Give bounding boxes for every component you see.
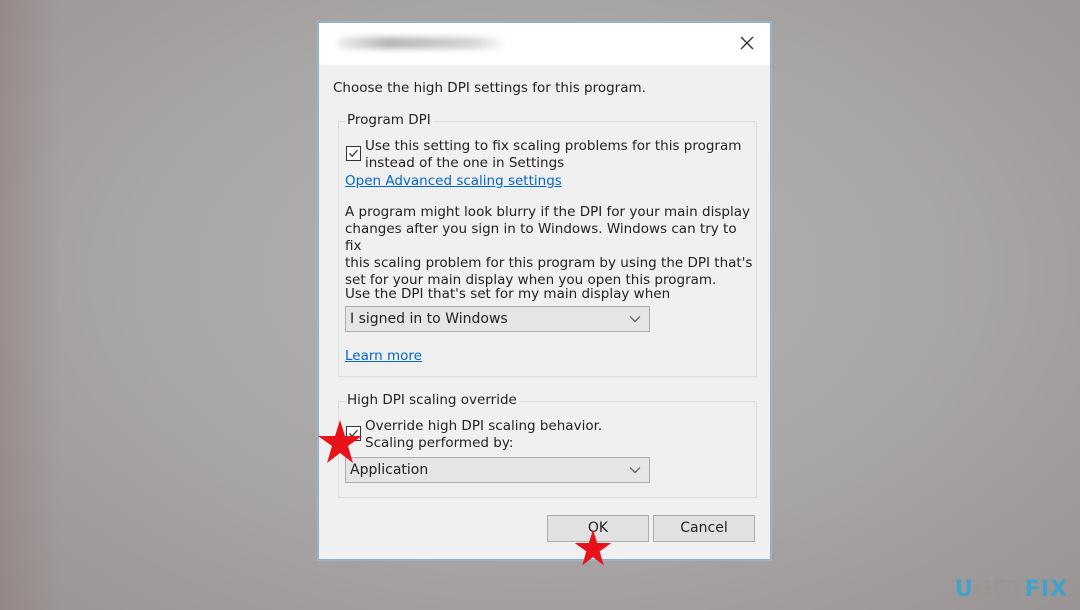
watermark-fix: FIX bbox=[1024, 577, 1068, 602]
dpi-description: A program might look blurry if the DPI f… bbox=[345, 204, 756, 289]
chevron-down-icon bbox=[629, 316, 641, 323]
dpi-timing-select[interactable]: I signed in to Windows bbox=[345, 306, 650, 332]
blurred-window-title bbox=[337, 37, 507, 49]
watermark-get: GET bbox=[973, 577, 1025, 602]
override-legend: High DPI scaling override bbox=[345, 392, 519, 408]
program-dpi-legend: Program DPI bbox=[345, 112, 433, 128]
red-star-annotation-icon bbox=[574, 529, 612, 566]
cancel-button[interactable]: Cancel bbox=[653, 515, 755, 542]
fix-scaling-label-line2: instead of the one in Settings bbox=[365, 155, 565, 171]
scaling-performed-by-select[interactable]: Application bbox=[345, 457, 650, 483]
dpi-timing-select-value: I signed in to Windows bbox=[350, 311, 508, 327]
ugetfix-watermark: UGETFIX bbox=[955, 577, 1068, 602]
description-line: this scaling problem for this program by… bbox=[345, 255, 753, 271]
close-x-icon bbox=[740, 36, 754, 50]
fix-scaling-checkbox[interactable] bbox=[346, 146, 361, 161]
chevron-down-icon bbox=[629, 467, 641, 474]
dpi-select-label: Use the DPI that's set for my main displ… bbox=[345, 286, 671, 302]
learn-more-link[interactable]: Learn more bbox=[345, 348, 422, 364]
title-bar bbox=[319, 23, 770, 65]
high-dpi-override-group: High DPI scaling override Override high … bbox=[338, 392, 757, 498]
program-dpi-group: Program DPI Use this setting to fix scal… bbox=[338, 112, 757, 377]
override-label-line2: Scaling performed by: bbox=[365, 435, 514, 451]
background-tint bbox=[0, 0, 60, 610]
intro-text: Choose the high DPI settings for this pr… bbox=[333, 80, 646, 96]
open-advanced-scaling-link[interactable]: Open Advanced scaling settings bbox=[345, 173, 562, 189]
description-line: changes after you sign in to Windows. Wi… bbox=[345, 221, 737, 254]
override-scaling-label: Override high DPI scaling behavior. Scal… bbox=[365, 418, 602, 452]
high-dpi-settings-dialog: Choose the high DPI settings for this pr… bbox=[318, 22, 771, 560]
description-line: A program might look blurry if the DPI f… bbox=[345, 204, 750, 220]
fix-scaling-label-line1: Use this setting to fix scaling problems… bbox=[365, 138, 742, 154]
fix-scaling-label: Use this setting to fix scaling problems… bbox=[365, 138, 741, 172]
red-star-annotation-icon bbox=[318, 420, 362, 463]
override-label-line1: Override high DPI scaling behavior. bbox=[365, 418, 603, 434]
checkmark-icon bbox=[349, 149, 358, 158]
watermark-u: U bbox=[954, 577, 974, 602]
close-button[interactable] bbox=[724, 23, 770, 63]
